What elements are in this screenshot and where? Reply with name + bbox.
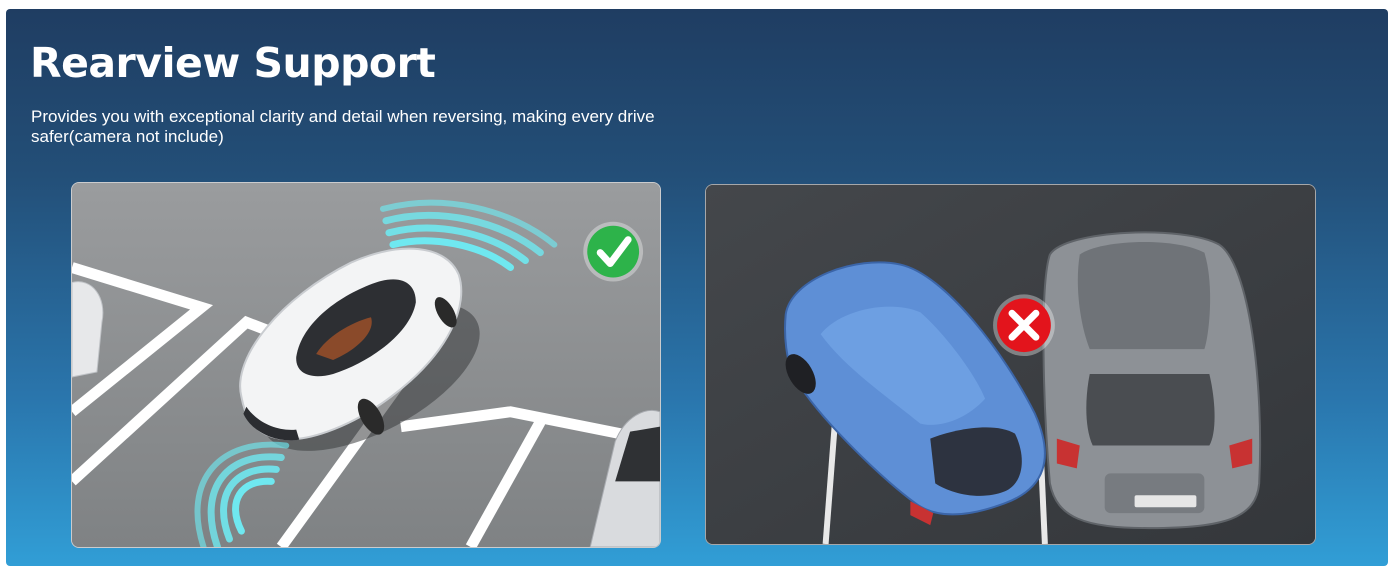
close-icon bbox=[993, 294, 1055, 357]
parking-lot-scene bbox=[72, 183, 660, 547]
page-subtitle: Provides you with exceptional clarity an… bbox=[31, 107, 655, 146]
check-icon bbox=[583, 221, 644, 282]
gray-car bbox=[1042, 231, 1262, 530]
rearview-support-banner: Rearview Support Provides you with excep… bbox=[6, 9, 1388, 566]
correct-parking-illustration bbox=[71, 182, 661, 548]
page-title: Rearview Support bbox=[30, 39, 436, 87]
incorrect-parking-illustration bbox=[705, 184, 1316, 545]
collision-scene bbox=[706, 185, 1315, 544]
